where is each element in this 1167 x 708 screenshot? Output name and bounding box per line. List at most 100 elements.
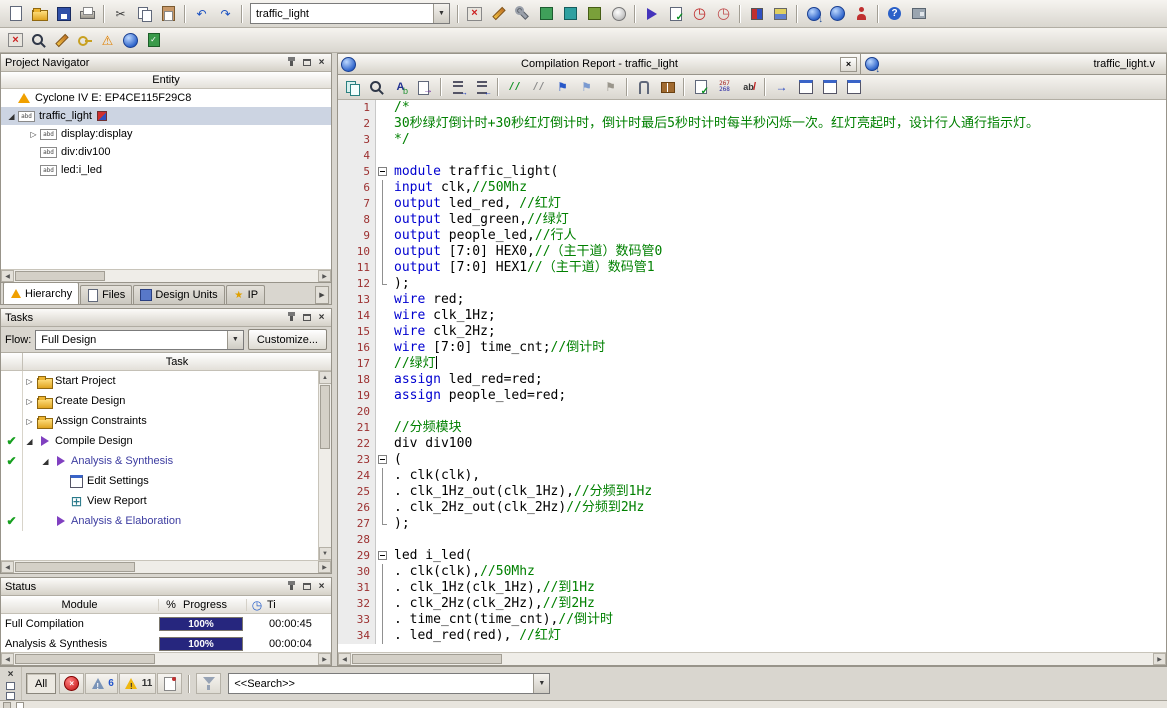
- tasks-hscrollbar[interactable]: ◀ ▶: [1, 560, 331, 573]
- clear-bookmarks-button[interactable]: ⚑: [599, 76, 622, 98]
- insert-template-button[interactable]: [632, 76, 655, 98]
- timequest-analyzer-button[interactable]: [688, 3, 711, 25]
- scrollbar-thumb[interactable]: [352, 654, 502, 664]
- scrollbar-thumb[interactable]: [320, 385, 330, 449]
- project-combobox[interactable]: traffic_light ▼: [250, 3, 450, 24]
- expander-icon[interactable]: ◢: [39, 457, 52, 466]
- expander-icon[interactable]: ▷: [23, 397, 36, 406]
- scroll-left-icon[interactable]: ◀: [1, 270, 14, 282]
- qsys-button[interactable]: [850, 3, 873, 25]
- stop-processing-button[interactable]: [463, 3, 486, 25]
- pin-icon[interactable]: [284, 311, 299, 325]
- scroll-right-icon[interactable]: ▶: [318, 561, 331, 573]
- rtl-viewer-button[interactable]: [535, 3, 558, 25]
- task-row-assign-constraints[interactable]: ▷ Assign Constraints: [1, 411, 331, 431]
- line-numbers-button[interactable]: 267 268: [713, 76, 736, 98]
- word-wrap-button[interactable]: [737, 76, 760, 98]
- comment-button[interactable]: [503, 76, 526, 98]
- pin-icon[interactable]: [284, 580, 299, 594]
- task-row-edit-settings[interactable]: Edit Settings: [1, 471, 331, 491]
- find-button[interactable]: [365, 76, 388, 98]
- timing-analyzer-button[interactable]: [712, 3, 735, 25]
- check-syntax-button[interactable]: [689, 76, 712, 98]
- scroll-right-icon[interactable]: ▶: [318, 270, 331, 282]
- copy-button[interactable]: [133, 3, 156, 25]
- system-console-button[interactable]: [826, 3, 849, 25]
- print-button[interactable]: [76, 3, 99, 25]
- code-editor[interactable]: 1/* 2 30秒绿灯倒计时+30秒红灯倒计时，倒计时最后5秒时计时每半秒闪烁一次。…: [338, 100, 1166, 652]
- entity-row-display-display[interactable]: ▷ abd display:display: [1, 125, 331, 143]
- editor-titlebar[interactable]: traffic_light.v: [861, 54, 1166, 75]
- copy-document-button[interactable]: [341, 76, 364, 98]
- filter-button[interactable]: [196, 673, 222, 694]
- float-window-icon[interactable]: [299, 56, 314, 70]
- compilation-report-titlebar[interactable]: Compilation Report - traffic_light ×: [338, 54, 861, 75]
- float-window-icon[interactable]: [299, 580, 314, 594]
- close-messages-icon[interactable]: ×: [8, 669, 14, 680]
- task-row-view-report[interactable]: ⊞ View Report: [1, 491, 331, 511]
- indent-button[interactable]: [446, 76, 469, 98]
- close-icon[interactable]: ×: [314, 580, 329, 594]
- split-window-2-button[interactable]: [818, 76, 841, 98]
- find-button[interactable]: [27, 29, 50, 51]
- scrollbar-thumb[interactable]: [15, 562, 135, 572]
- warning-filter-button[interactable]: 6: [85, 673, 118, 694]
- task-row-analysis-elaboration[interactable]: ✔ Analysis & Elaboration: [1, 511, 331, 531]
- check-report-button[interactable]: [142, 29, 165, 51]
- entity-row-traffic-light[interactable]: ◢ abd traffic_light: [1, 107, 331, 125]
- critical-warning-filter-button[interactable]: 11: [118, 673, 157, 694]
- cut-button[interactable]: ✂: [109, 3, 132, 25]
- entity-row-div-div100[interactable]: abd div:div100: [1, 143, 331, 161]
- unindent-button[interactable]: [470, 76, 493, 98]
- uncomment-button[interactable]: [527, 76, 550, 98]
- simulator-button[interactable]: [607, 3, 630, 25]
- customize-button[interactable]: Customize...: [247, 329, 327, 350]
- tasks-vscrollbar[interactable]: ▲ ▼: [318, 371, 331, 560]
- info-filter-button[interactable]: [157, 673, 183, 694]
- programmer-button[interactable]: [802, 3, 825, 25]
- expander-icon[interactable]: ▷: [23, 417, 36, 426]
- assignment-editor-button[interactable]: [487, 3, 510, 25]
- find-replace-button[interactable]: [389, 76, 412, 98]
- chevron-down-icon[interactable]: ▼: [533, 674, 550, 693]
- close-icon[interactable]: ×: [314, 56, 329, 70]
- chip-planner-button[interactable]: [745, 3, 768, 25]
- task-row-compile-design[interactable]: ✔ ◢ Compile Design: [1, 431, 331, 451]
- scroll-right-icon[interactable]: ▶: [318, 653, 331, 665]
- alert-button[interactable]: [96, 29, 119, 51]
- all-messages-button[interactable]: All: [26, 673, 57, 694]
- split-window-1-button[interactable]: [794, 76, 817, 98]
- task-row-analysis-synthesis[interactable]: ✔ ◢ Analysis & Synthesis: [1, 451, 331, 471]
- entity-row-led-i-led[interactable]: abd led:i_led: [1, 161, 331, 179]
- start-compilation-button[interactable]: [640, 3, 663, 25]
- scroll-right-icon[interactable]: ▶: [1153, 653, 1166, 665]
- task-row-start-project[interactable]: ▷ Start Project: [1, 371, 331, 391]
- scroll-down-icon[interactable]: ▼: [318, 547, 331, 560]
- pin-planner-button[interactable]: [511, 3, 534, 25]
- scroll-left-icon[interactable]: ◀: [1, 561, 14, 573]
- tab-design-units[interactable]: Design Units: [133, 285, 225, 304]
- stop-button[interactable]: [4, 29, 27, 51]
- redo-button[interactable]: ↷: [214, 3, 237, 25]
- tab-ip[interactable]: ★ IP: [225, 285, 266, 304]
- technology-map-viewer-button[interactable]: [583, 3, 606, 25]
- open-file-button[interactable]: [28, 3, 51, 25]
- goto-line-button[interactable]: [413, 76, 436, 98]
- close-icon[interactable]: ×: [314, 311, 329, 325]
- task-row-create-design[interactable]: ▷ Create Design: [1, 391, 331, 411]
- help-button[interactable]: [883, 3, 906, 25]
- key-button[interactable]: [73, 29, 96, 51]
- start-analysis-synthesis-button[interactable]: [664, 3, 687, 25]
- edit-pencil-button[interactable]: [50, 29, 73, 51]
- detach-messages-icon[interactable]: [6, 682, 15, 690]
- chevron-down-icon[interactable]: ▼: [433, 4, 449, 23]
- expander-icon[interactable]: ▷: [23, 377, 36, 386]
- error-filter-button[interactable]: [59, 673, 85, 694]
- expander-icon[interactable]: ◢: [23, 437, 36, 446]
- status-hscrollbar[interactable]: ◀ ▶: [1, 652, 331, 665]
- scrollbar-thumb[interactable]: [15, 271, 105, 281]
- entity-hscrollbar[interactable]: ◀ ▶: [1, 269, 331, 282]
- goto-matching-button[interactable]: →: [770, 76, 793, 98]
- pin-icon[interactable]: [284, 56, 299, 70]
- web-button[interactable]: [119, 29, 142, 51]
